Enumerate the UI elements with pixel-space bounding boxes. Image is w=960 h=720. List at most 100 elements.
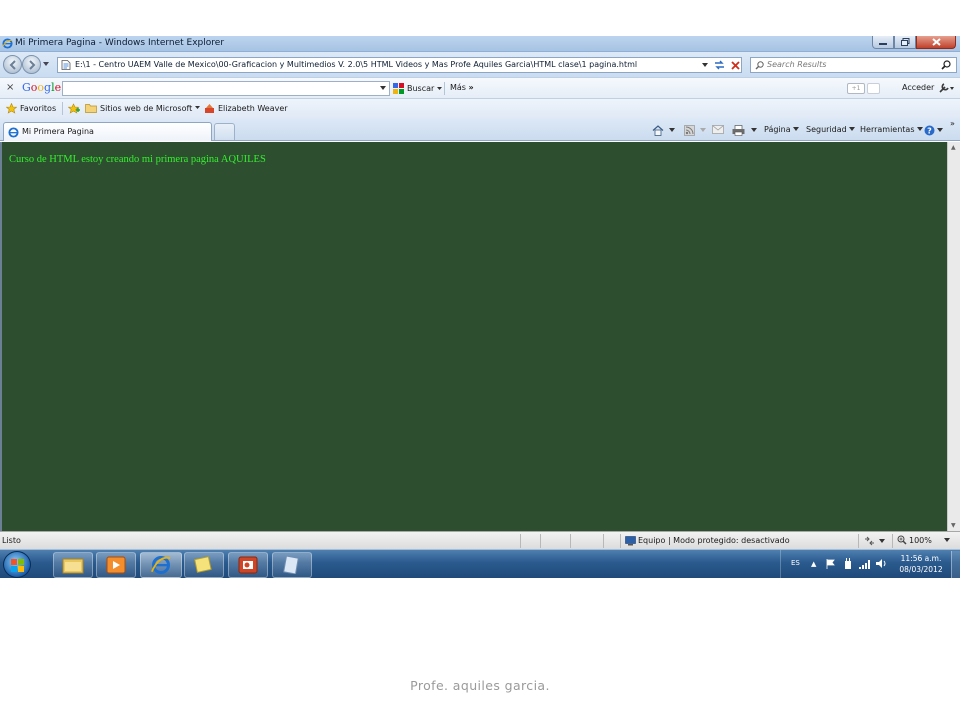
zoom-control[interactable]: 100%: [897, 535, 951, 545]
vertical-scrollbar[interactable]: ▲ ▼: [947, 142, 960, 531]
plus-one-button[interactable]: +1: [847, 83, 865, 94]
favorites-item-microsoft[interactable]: Sitios web de Microsoft: [85, 103, 201, 113]
status-divider: [570, 534, 571, 548]
favorites-item-label: Elizabeth Weaver: [218, 104, 288, 113]
page-menu[interactable]: Página: [764, 125, 800, 134]
status-text: Listo: [2, 536, 21, 545]
chevron-down-icon: [937, 128, 943, 132]
page-icon: [61, 60, 71, 70]
taskbar-notes-button[interactable]: [184, 552, 224, 578]
refresh-icon: [714, 60, 724, 70]
google-search-input[interactable]: [62, 81, 390, 96]
chevron-down-icon: [916, 127, 923, 131]
show-desktop-button[interactable]: [951, 551, 960, 578]
taskbar-media-player-button[interactable]: [96, 552, 136, 578]
search-go-icon[interactable]: [941, 60, 951, 70]
back-button[interactable]: [3, 55, 22, 74]
search-placeholder: Search Results: [767, 60, 827, 69]
security-menu[interactable]: Seguridad: [806, 125, 856, 134]
favorites-button[interactable]: Favoritos: [6, 103, 56, 114]
home-icon: [652, 125, 664, 136]
share-button[interactable]: [867, 83, 880, 94]
wrench-icon[interactable]: [938, 82, 954, 94]
new-tab-button[interactable]: [214, 123, 235, 140]
favorites-label: Favoritos: [20, 104, 57, 113]
address-url: E:\1 - Centro UAEM Valle de Mexico\00-Gr…: [75, 60, 638, 69]
stop-icon: [730, 60, 740, 70]
page-content: Curso de HTML estoy creando mi primera p…: [0, 142, 947, 531]
windows-logo-icon: [11, 559, 24, 572]
more-commands-icon[interactable]: »: [950, 119, 955, 128]
address-row: E:\1 - Centro UAEM Valle de Mexico\00-Gr…: [0, 52, 960, 77]
ie-window: Mi Primera Pagina - Windows Internet Exp…: [0, 36, 960, 578]
clock-date: 08/03/2012: [899, 565, 943, 574]
add-favorite-button[interactable]: [68, 103, 80, 114]
toolbar-close-icon[interactable]: ×: [6, 82, 14, 93]
help-button[interactable]: ?: [924, 125, 944, 136]
taskbar-powerpoint-button[interactable]: [228, 552, 268, 578]
more-label: Más: [450, 83, 466, 92]
show-hidden-icons-icon[interactable]: ▲: [811, 560, 816, 568]
tab-mi-primera-pagina[interactable]: Mi Primera Pagina: [3, 122, 212, 141]
address-dropdown-button[interactable]: [700, 58, 710, 72]
security-menu-label: Seguridad: [806, 125, 847, 134]
close-button[interactable]: [916, 36, 956, 49]
protected-mode-button[interactable]: [864, 536, 886, 546]
tray-divider: [780, 550, 781, 578]
search-box[interactable]: Search Results: [750, 57, 957, 73]
address-bar[interactable]: E:\1 - Centro UAEM Valle de Mexico\00-Gr…: [57, 57, 742, 73]
stop-button[interactable]: [728, 58, 742, 72]
minimize-button[interactable]: [872, 36, 894, 49]
toolbar-divider: [444, 82, 445, 95]
taskbar-document-button[interactable]: [272, 552, 312, 578]
security-zone-text[interactable]: Equipo | Modo protegido: desactivado: [638, 536, 790, 545]
volume-icon[interactable]: [876, 558, 888, 569]
forward-button[interactable]: [22, 55, 41, 74]
computer-zone-icon: [625, 536, 636, 546]
read-mail-button[interactable]: [712, 125, 724, 134]
forward-arrow-icon: [28, 59, 35, 70]
internet-explorer-icon: [2, 38, 13, 49]
status-divider: [620, 534, 621, 548]
feeds-button[interactable]: [684, 125, 707, 136]
power-plug-icon[interactable]: [843, 558, 853, 570]
sign-in-link[interactable]: Acceder: [902, 83, 934, 92]
status-divider: [858, 534, 859, 548]
more-button[interactable]: Más »: [450, 83, 474, 92]
status-bar: Listo Equipo | Modo protegido: desactiva…: [0, 531, 960, 549]
double-chevron-icon: »: [468, 83, 474, 92]
network-signal-icon[interactable]: [859, 559, 871, 569]
taskbar-internet-explorer-button[interactable]: [140, 552, 182, 578]
refresh-button[interactable]: [712, 58, 726, 72]
folder-icon: [62, 558, 84, 574]
action-center-flag-icon[interactable]: [826, 559, 836, 569]
google-search-button[interactable]: Buscar: [393, 81, 443, 96]
system-clock[interactable]: 11:56 a.m. 08/03/2012: [898, 553, 944, 575]
google-toolbar: × Google Buscar Más » +1 Acceder: [0, 77, 960, 99]
taskbar-explorer-button[interactable]: [53, 552, 93, 578]
scroll-down-icon[interactable]: ▼: [951, 522, 956, 529]
chevron-down-icon: [700, 128, 706, 132]
history-dropdown-icon[interactable]: [43, 62, 49, 67]
home-button[interactable]: [652, 125, 676, 136]
chevron-down-icon: [879, 538, 885, 543]
tools-menu-label: Herramientas: [860, 125, 915, 134]
rss-feed-icon: [684, 125, 695, 136]
start-button[interactable]: [3, 551, 31, 578]
chevron-down-icon: [437, 86, 443, 90]
print-button[interactable]: [732, 125, 758, 136]
mail-icon: [712, 125, 724, 134]
search-icon: [755, 61, 764, 70]
chevron-down-icon: [702, 62, 708, 67]
maximize-button[interactable]: [894, 36, 916, 49]
google-logo: Google: [22, 81, 62, 94]
document-icon: [283, 556, 299, 574]
chevron-down-icon[interactable]: [380, 86, 386, 91]
google-search-icon: [393, 83, 404, 94]
scroll-up-icon[interactable]: ▲: [951, 144, 956, 151]
status-divider: [540, 534, 541, 548]
tools-menu[interactable]: Herramientas: [860, 125, 924, 134]
chevron-down-icon: [669, 128, 675, 132]
favorites-item-elizabeth-weaver[interactable]: Elizabeth Weaver: [204, 103, 288, 114]
star-icon: [6, 103, 17, 114]
